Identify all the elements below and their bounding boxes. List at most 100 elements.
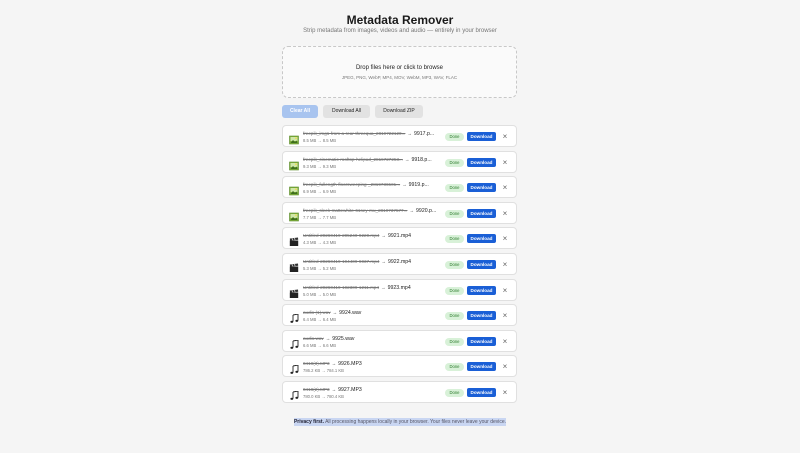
original-file-name: freepik_img1-from-a-rear-threequa_281972… [303, 131, 406, 136]
file-row: freepik_sleek-mattewhite-61sey-mu_281973… [282, 201, 517, 224]
remove-file-icon[interactable]: × [501, 310, 509, 321]
video-file-icon [289, 286, 299, 298]
file-dropzone[interactable]: Drop files here or click to browse JPEG,… [282, 46, 517, 98]
image-file-icon [289, 183, 299, 196]
new-file-name: 9924.wav [339, 310, 362, 317]
image-file-icon [289, 209, 299, 222]
status-badge: Done [445, 158, 464, 167]
file-row: Untitled-20260419-194409-9037.mp4 → 9922.m… [282, 253, 517, 275]
original-file-name: 0418(2).MP3 [303, 387, 330, 392]
file-row: freepik_cinematic-rooftop-helipad_281972… [282, 150, 517, 173]
download-button[interactable]: Download [467, 388, 496, 397]
file-size: 5.3 MB → 5.2 MB [303, 266, 337, 271]
download-button[interactable]: Download [467, 132, 496, 141]
toolbar: Clear All Download All Download ZIP [282, 105, 423, 118]
download-button[interactable]: Download [467, 362, 496, 372]
status-badge: Done [445, 235, 464, 244]
arrow-icon: → [331, 361, 337, 367]
arrow-icon: → [325, 335, 331, 341]
new-file-name: 9921.mp4 [387, 233, 412, 240]
new-file-name: 9927.MP3 [338, 387, 362, 393]
download-button[interactable]: Download [467, 183, 496, 193]
file-row: freepik_img1-from-a-rear-threequa_281972… [282, 125, 517, 147]
new-file-name: 9926.MP3 [338, 361, 362, 368]
download-button[interactable]: Download [467, 285, 496, 295]
dropzone-title: Drop files here or click to browse [355, 65, 444, 71]
download-button[interactable]: Download [467, 336, 496, 346]
status-badge: Done [445, 184, 464, 193]
privacy-lead: Privacy first. [293, 419, 324, 425]
arrow-icon: → [402, 182, 407, 188]
status-badge: Done [445, 363, 464, 372]
image-file-icon [289, 132, 299, 145]
arrow-icon: → [381, 233, 386, 239]
arrow-icon: → [381, 259, 386, 264]
dropzone-formats: JPEG, PNG, WebP, MP4, MOV, WebM, MP3, WA… [341, 75, 458, 80]
original-file-name: Untitled-20260419-205240-9220.mp4 [303, 233, 380, 239]
original-file-name: audio.wav [303, 335, 324, 341]
file-name: freepik_fullength-floorsweeping-_2819736… [303, 182, 429, 188]
file-name: freepik_sleek-mattewhite-61sey-mu_281973… [303, 208, 436, 214]
clear-all-button[interactable]: Clear All [282, 105, 318, 118]
remove-file-icon[interactable]: × [501, 336, 509, 347]
arrow-icon: → [409, 207, 415, 213]
audio-file-icon [289, 337, 299, 349]
file-name: Untitled-20260419-192309-1211.mp4 → 9923.m… [303, 285, 411, 291]
remove-file-icon[interactable]: × [501, 259, 509, 270]
download-all-button[interactable]: Download All [323, 105, 370, 118]
status-badge: Done [445, 312, 464, 321]
file-size: 5.0 MB → 5.0 MB [303, 291, 337, 297]
file-size: 4.3 MB → 4.3 MB [303, 240, 337, 246]
file-size: 8.5 MB → 8.5 MB [303, 138, 337, 143]
arrow-icon: → [332, 310, 338, 316]
remove-file-icon[interactable]: × [501, 361, 509, 372]
download-zip-button[interactable]: Download ZIP [375, 105, 423, 118]
file-name: 0418(3).MP3 → 9926.MP3 [303, 361, 362, 367]
file-name: freepik_cinematic-rooftop-helipad_281972… [303, 157, 432, 163]
new-file-name: 9917.p... [414, 131, 435, 137]
remove-file-icon[interactable]: × [501, 131, 509, 142]
file-name: Untitled-20260419-194409-9037.mp4 → 9922.m… [303, 259, 411, 265]
original-file-name: 0418(3).MP3 [303, 361, 330, 367]
download-button[interactable]: Download [467, 234, 496, 244]
file-row: Untitled-20260419-192309-1211.mp4 → 9923.m… [282, 278, 517, 301]
download-button[interactable]: Download [467, 157, 496, 167]
file-name: freepik_img1-from-a-rear-threequa_281972… [303, 131, 434, 137]
remove-file-icon[interactable]: × [501, 285, 509, 296]
remove-file-icon[interactable]: × [501, 208, 509, 219]
new-file-name: 9922.mp4 [387, 259, 412, 265]
video-file-icon [289, 234, 299, 247]
file-size: 6.4 MB → 6.4 MB [303, 317, 337, 323]
remove-file-icon[interactable]: × [501, 233, 509, 244]
download-button[interactable]: Download [467, 311, 496, 321]
status-badge: Done [445, 209, 464, 218]
file-size: 7.7 MB → 7.7 MB [303, 214, 337, 220]
file-size: 6.9 MB → 6.9 MB [303, 189, 337, 195]
status-badge: Done [445, 286, 464, 295]
remove-file-icon[interactable]: × [501, 182, 509, 193]
privacy-text: All processing happens locally in your b… [323, 419, 507, 425]
file-row: freepik_fullength-floorsweeping-_2819736… [282, 176, 517, 199]
original-file-name: Untitled-20260419-192309-1211.mp4 [303, 284, 380, 290]
audio-file-icon [289, 388, 299, 400]
new-file-name: 9923.mp4 [387, 284, 411, 291]
file-row: 0418(2).MP3 → 9927.MP3 780.0 KB → 780.4 KB D… [282, 381, 517, 403]
audio-file-icon [289, 362, 299, 375]
file-size: 780.0 KB → 780.4 KB [303, 394, 344, 399]
file-size: 786.2 KB → 784.1 KB [303, 368, 344, 374]
file-row: 0418(3).MP3 → 9926.MP3 786.2 KB → 784.1 KB D… [282, 355, 517, 378]
file-row: Untitled-20260419-205240-9220.mp4 → 9921.m… [282, 227, 517, 250]
download-button[interactable]: Download [467, 208, 496, 218]
file-row: audio (1).wav → 9924.wav 6.4 MB → 6.4 MB Don… [282, 304, 517, 327]
status-badge: Done [445, 337, 464, 346]
remove-file-icon[interactable]: × [501, 387, 509, 398]
image-file-icon [289, 158, 299, 170]
page-subtitle: Strip metadata from images, videos and a… [303, 28, 497, 34]
new-file-name: 9920.p... [416, 207, 437, 214]
remove-file-icon[interactable]: × [501, 157, 509, 168]
arrow-icon: → [381, 284, 386, 290]
download-button[interactable]: Download [467, 260, 496, 269]
arrow-icon: → [331, 387, 337, 392]
original-file-name: audio (1).wav [303, 310, 331, 316]
status-badge: Done [445, 389, 464, 397]
